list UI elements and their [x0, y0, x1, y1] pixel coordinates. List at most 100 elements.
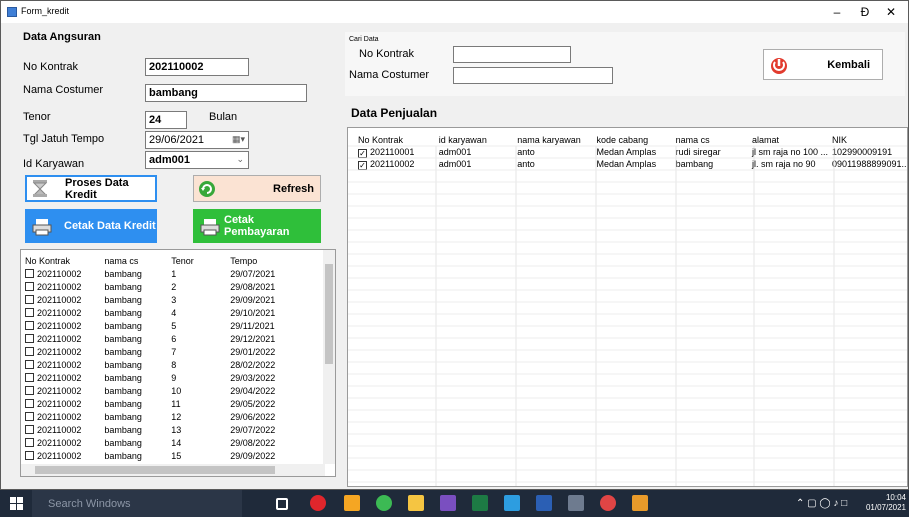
table-row[interactable]: 202110002 bambang 11 29/05/2022: [25, 397, 321, 410]
column-header-tenor[interactable]: Tenor: [171, 254, 230, 267]
row-checkbox[interactable]: [25, 268, 34, 278]
cell-text: 202110002: [37, 294, 82, 305]
clock[interactable]: 10:04 01/07/2021: [858, 493, 906, 513]
table-cell: 12: [171, 410, 230, 423]
row-checkbox[interactable]: [25, 346, 34, 356]
penjualan-heading: Data Penjualan: [351, 106, 438, 120]
column-header-tempo[interactable]: Tempo: [230, 254, 321, 267]
table-row[interactable]: 202110002 bambang 6 29/12/2021: [25, 332, 321, 345]
cell-text: 13: [171, 424, 182, 435]
table-row[interactable]: 202110002 bambang 8 28/02/2022: [25, 358, 321, 371]
table-cell: bambang: [104, 449, 171, 462]
table-cell: 29/05/2022: [230, 397, 321, 410]
row-checkbox[interactable]: [25, 359, 34, 369]
app-icon[interactable]: [504, 495, 520, 511]
cell-text: 29/10/2021: [230, 307, 276, 318]
table-row[interactable]: 202110002 bambang 1 29/07/2021: [25, 267, 321, 280]
cari-data-label: Cari Data: [349, 36, 379, 43]
column-header-no-kontrak[interactable]: No Kontrak: [25, 254, 104, 267]
app-icon[interactable]: [600, 495, 616, 511]
row-checkbox[interactable]: [25, 424, 34, 434]
table-row[interactable]: 202110002 bambang 13 29/07/2022: [25, 423, 321, 436]
row-checkbox[interactable]: [25, 385, 34, 395]
table-row[interactable]: 202110002 bambang 7 29/01/2022: [25, 345, 321, 358]
app-icon[interactable]: [568, 495, 584, 511]
maximize-button[interactable]: Ɖ: [851, 2, 879, 22]
app-icon[interactable]: [632, 495, 648, 511]
penjualan-grid[interactable]: No Kontrak id karyawan nama karyawan kod…: [347, 127, 908, 487]
id-karyawan-select[interactable]: adm001 ⌄: [145, 151, 249, 169]
windows-start-icon[interactable]: [10, 497, 23, 510]
table-cell: 29/07/2022: [230, 423, 321, 436]
scrollbar-thumb[interactable]: [325, 264, 333, 364]
row-checkbox[interactable]: [25, 333, 34, 343]
cell-text: 29/08/2022: [230, 437, 276, 448]
table-cell: 202110002: [25, 449, 104, 462]
cari-nama-costumer-input[interactable]: [453, 67, 613, 84]
system-tray-icons[interactable]: ⌃ ▢ ◯ ♪ □: [796, 498, 847, 509]
column-header-nama-cs[interactable]: nama cs: [104, 254, 171, 267]
table-cell: 202110002: [25, 410, 104, 423]
row-checkbox[interactable]: [25, 450, 34, 460]
cell-text: 29/01/2022: [230, 346, 276, 357]
table-cell: 2: [171, 280, 230, 293]
cari-no-kontrak-input[interactable]: [453, 46, 571, 63]
app-icon[interactable]: [344, 495, 360, 511]
cell-text: 14: [171, 437, 182, 448]
vertical-scrollbar[interactable]: [323, 250, 335, 464]
task-view-icon[interactable]: [276, 498, 288, 510]
angsuran-grid[interactable]: No Kontrak nama cs Tenor Tempo 202110002…: [20, 249, 336, 477]
cell-text: bambang: [104, 450, 142, 461]
calendar-dropdown-icon[interactable]: ▦▾: [232, 132, 245, 147]
refresh-button[interactable]: Refresh: [193, 175, 321, 202]
refresh-icon: [197, 179, 217, 202]
cell-text: 202110002: [37, 450, 82, 461]
h-scrollbar-thumb[interactable]: [35, 466, 275, 474]
word-icon[interactable]: [536, 495, 552, 511]
file-explorer-icon[interactable]: [408, 495, 424, 511]
table-row[interactable]: 202110002 bambang 10 29/04/2022: [25, 384, 321, 397]
table-row[interactable]: 202110002 bambang 9 29/03/2022: [25, 371, 321, 384]
row-checkbox[interactable]: [25, 437, 34, 447]
chevron-down-icon[interactable]: ⌄: [236, 152, 244, 167]
row-checkbox[interactable]: [25, 398, 34, 408]
no-kontrak-field[interactable]: 202110002: [145, 58, 249, 76]
row-checkbox[interactable]: [25, 372, 34, 382]
cell-text: 10: [171, 385, 182, 396]
table-row[interactable]: 202110002 bambang 4 29/10/2021: [25, 306, 321, 319]
clock-time: 10:04: [885, 493, 906, 502]
kembali-button[interactable]: Kembali: [763, 49, 883, 80]
row-checkbox[interactable]: [25, 281, 34, 291]
table-cell: bambang: [104, 397, 171, 410]
cetak-data-kredit-button[interactable]: Cetak Data Kredit: [25, 209, 157, 243]
hourglass-icon: [30, 179, 50, 198]
table-row[interactable]: 202110002 bambang 3 29/09/2021: [25, 293, 321, 306]
table-cell: 202110002: [25, 267, 104, 280]
chrome-icon[interactable]: [376, 495, 392, 511]
opera-icon[interactable]: [310, 495, 326, 511]
table-row[interactable]: 202110002 bambang 2 29/08/2021: [25, 280, 321, 293]
table-cell: 5: [171, 319, 230, 332]
table-row[interactable]: 202110002 bambang 14 29/08/2022: [25, 436, 321, 449]
minimize-button[interactable]: –: [823, 2, 851, 22]
tenor-field[interactable]: 24: [145, 111, 187, 129]
table-cell: bambang: [104, 306, 171, 319]
row-checkbox[interactable]: [25, 320, 34, 330]
table-row[interactable]: 202110002 bambang 15 29/09/2022: [25, 449, 321, 462]
excel-icon[interactable]: [472, 495, 488, 511]
cetak-pembayaran-button[interactable]: Cetak Pembayaran: [193, 209, 321, 243]
proses-data-kredit-button[interactable]: Proses Data Kredit: [25, 175, 157, 202]
row-checkbox[interactable]: [25, 294, 34, 304]
visual-studio-icon[interactable]: [440, 495, 456, 511]
tgl-jatuh-tempo-picker[interactable]: 29/06/2021 ▦▾: [145, 131, 249, 149]
search-box[interactable]: Search Windows: [32, 490, 242, 517]
table-row[interactable]: 202110002 bambang 12 29/06/2022: [25, 410, 321, 423]
row-checkbox[interactable]: [25, 411, 34, 421]
nama-costumer-field[interactable]: bambang: [145, 84, 307, 102]
cell-text: 29/11/2021: [230, 320, 275, 331]
cell-text: 202110002: [37, 307, 82, 318]
close-button[interactable]: ✕: [877, 2, 905, 22]
table-row[interactable]: 202110002 bambang 5 29/11/2021: [25, 319, 321, 332]
horizontal-scrollbar[interactable]: [21, 464, 325, 476]
row-checkbox[interactable]: [25, 307, 34, 317]
